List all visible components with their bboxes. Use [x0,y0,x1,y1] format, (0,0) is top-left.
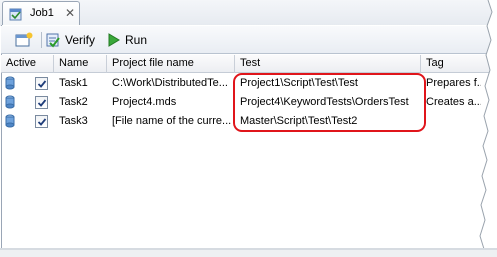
project-file-name: Project4.mds [112,96,177,108]
tab-title: Job1 [30,7,54,19]
job-icon [9,8,22,21]
task-name: Task1 [59,77,88,89]
new-task-button[interactable] [15,30,35,50]
new-task-icon [15,32,33,47]
task-name: Task3 [59,115,88,127]
grid-header: Active Name Project file name Test Tag [1,55,495,73]
column-header-active[interactable]: Active [1,55,54,73]
task-icon [5,114,15,128]
close-icon[interactable]: ✕ [63,5,77,21]
checkmark-icon [37,99,47,107]
task-name: Task2 [59,96,88,108]
verify-icon [46,33,60,48]
job-editor-window: Job1 ✕ Verify Run Active Name Project fi… [0,0,497,257]
checkmark-icon [37,80,47,88]
column-header-project-file[interactable]: Project file name [107,55,235,73]
active-checkbox[interactable] [35,96,48,109]
toolbar: Verify Run [1,26,495,54]
torn-edge [478,0,497,257]
test-column-highlight [233,73,426,132]
active-checkbox[interactable] [35,115,48,128]
run-label: Run [125,33,148,47]
tab-job1[interactable]: Job1 ✕ [2,1,80,26]
toolbar-separator [41,32,42,48]
run-icon [108,33,120,47]
task-icon [5,95,15,109]
project-file-name: [File name of the curre... [112,115,232,127]
task-icon [5,76,15,90]
project-file-name: C:\Work\DistributedTe... [112,77,228,89]
bottom-shadow [0,248,497,257]
verify-button[interactable]: Verify [45,30,101,50]
tab-strip: Job1 ✕ [0,0,497,26]
run-button[interactable]: Run [107,30,151,50]
checkmark-icon [37,118,47,126]
verify-label: Verify [65,33,96,47]
active-checkbox[interactable] [35,77,48,90]
column-header-name[interactable]: Name [54,55,107,73]
column-header-test[interactable]: Test [235,55,421,73]
